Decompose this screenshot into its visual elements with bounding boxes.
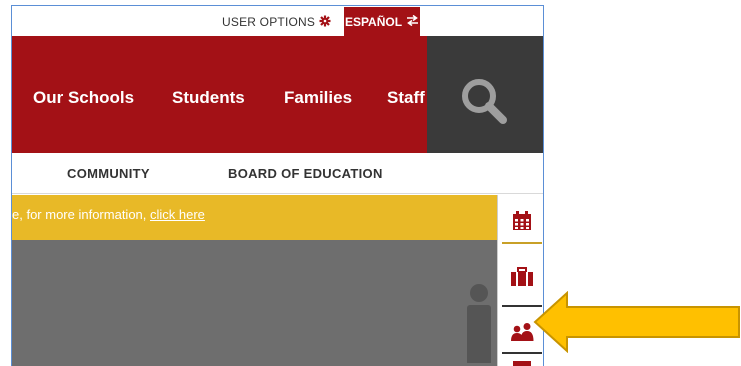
person-silhouette-icon bbox=[467, 284, 491, 363]
nav-families[interactable]: Families bbox=[284, 88, 352, 108]
gear-icon bbox=[319, 15, 331, 29]
alert-banner: e, for more information, click here bbox=[12, 195, 497, 240]
secondary-navigation: COMMUNITY BOARD OF EDUCATION bbox=[12, 153, 543, 194]
search-button[interactable] bbox=[427, 36, 543, 153]
search-icon bbox=[462, 79, 507, 124]
espanol-language-button[interactable]: ESPAÑOL bbox=[344, 7, 420, 36]
alert-text: e, for more information, bbox=[12, 207, 150, 222]
annotation-arrow-icon bbox=[533, 291, 740, 353]
browser-viewport: USER OPTIONS ESPAÑOL Our Schools Student… bbox=[11, 5, 544, 366]
toolbar-button[interactable] bbox=[498, 357, 543, 366]
toolbar-divider bbox=[502, 242, 542, 244]
espanol-label: ESPAÑOL bbox=[344, 14, 403, 29]
nav-our-schools[interactable]: Our Schools bbox=[33, 88, 134, 108]
nav-community[interactable]: COMMUNITY bbox=[67, 166, 150, 181]
toolbar-icon bbox=[513, 361, 531, 366]
hero-image bbox=[12, 240, 497, 366]
main-navigation: Our Schools Students Families Staff bbox=[12, 36, 427, 153]
alert-click-here-link[interactable]: click here bbox=[150, 207, 205, 222]
user-options-button[interactable]: USER OPTIONS bbox=[222, 13, 331, 31]
nav-staff[interactable]: Staff bbox=[387, 88, 425, 108]
calendar-icon bbox=[513, 210, 531, 230]
nav-students[interactable]: Students bbox=[172, 88, 245, 108]
utility-bar: USER OPTIONS ESPAÑOL bbox=[12, 6, 543, 36]
swap-icon bbox=[406, 14, 419, 28]
briefcase-icon bbox=[511, 266, 533, 286]
nav-board-of-education[interactable]: BOARD OF EDUCATION bbox=[228, 166, 383, 181]
people-icon bbox=[511, 322, 534, 341]
user-options-label: USER OPTIONS bbox=[222, 15, 316, 29]
calendar-button[interactable] bbox=[498, 195, 543, 246]
